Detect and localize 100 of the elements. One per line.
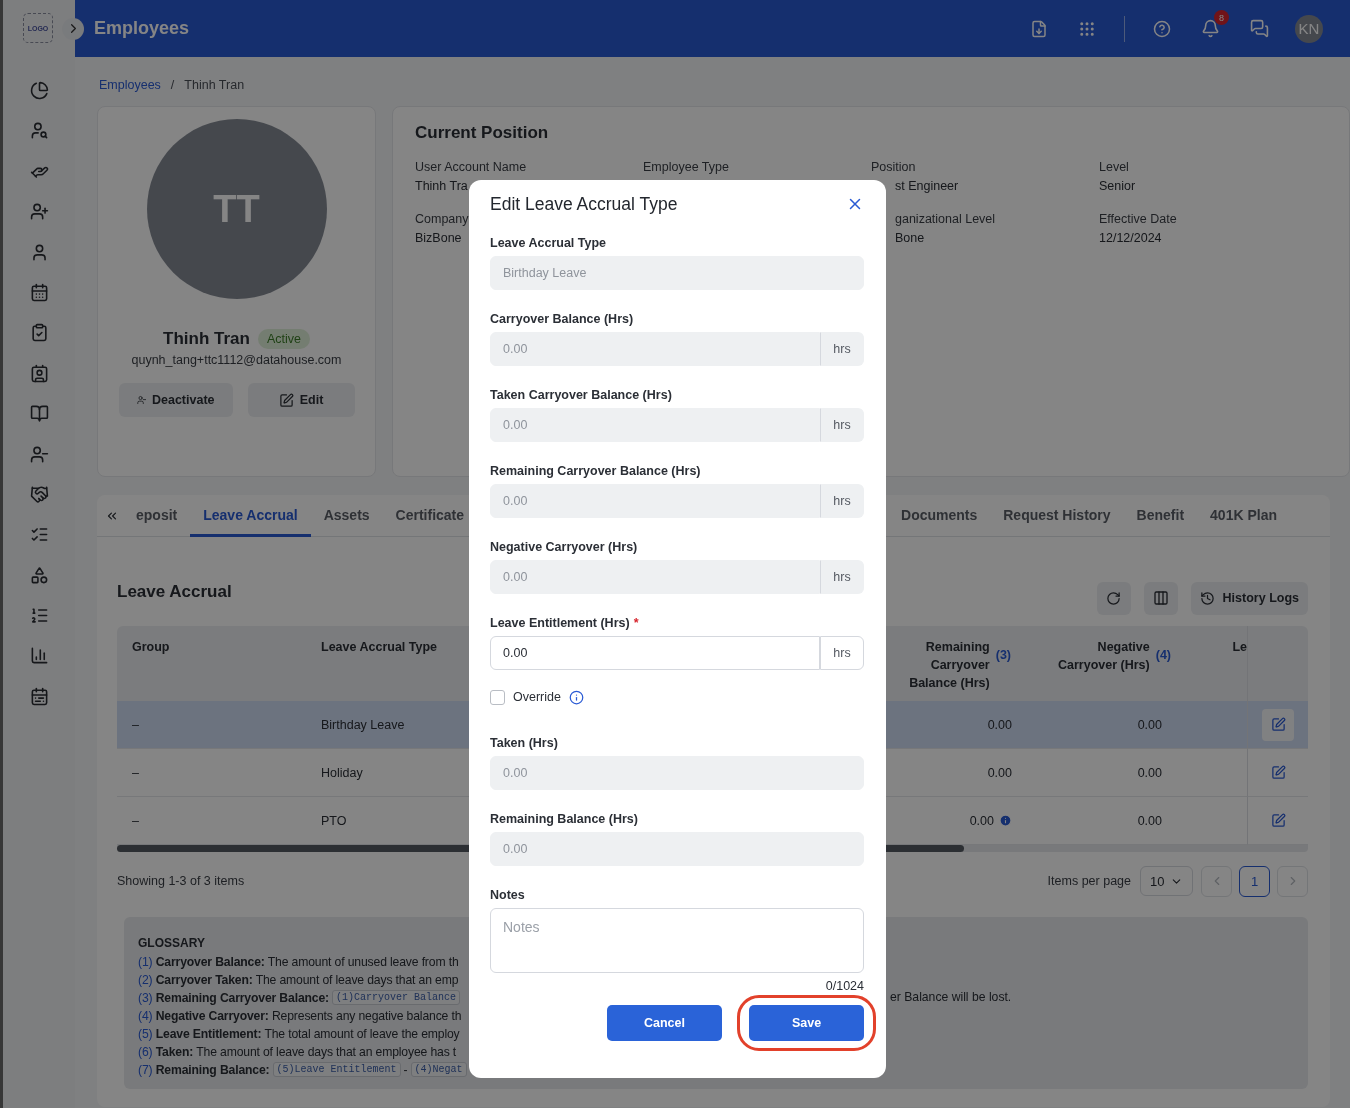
employee-name: Thinh Tran xyxy=(163,329,250,349)
file-download-icon[interactable] xyxy=(1030,19,1048,38)
edit-button[interactable]: Edit xyxy=(247,383,355,417)
shapes-icon[interactable] xyxy=(29,565,49,585)
field-label: Leave Accrual Type xyxy=(490,235,608,251)
calendar-icon[interactable] xyxy=(29,686,49,706)
breadcrumb-current: Thinh Tran xyxy=(184,78,245,92)
formula-chip: (5)Leave Entitlement xyxy=(272,1062,401,1077)
columns-button[interactable] xyxy=(1143,581,1178,615)
column-header: Le xyxy=(1186,626,1247,701)
tab[interactable]: Request History xyxy=(990,495,1124,537)
help-icon[interactable] xyxy=(1153,19,1171,38)
breadcrumb-separator: / xyxy=(170,78,175,92)
glossary-entry: (6) Taken: The amount of leave days that an employee has t xyxy=(138,1044,457,1059)
column-header: Group xyxy=(117,626,306,701)
profile-avatar: TT xyxy=(146,119,327,299)
calendar-icon[interactable] xyxy=(29,282,49,302)
character-counter: 0/1024 xyxy=(825,979,864,993)
checkbox-label[interactable]: Override xyxy=(513,690,561,704)
cell-value: 0.00 xyxy=(969,813,994,828)
user-avatar[interactable]: KN xyxy=(1295,14,1323,43)
formula-chip: (1)Carryover Balance xyxy=(331,990,460,1005)
history-logs-button[interactable]: History Logs xyxy=(1190,581,1308,615)
tab[interactable]: Leave Accrual xyxy=(190,495,311,537)
field-label: Position xyxy=(871,159,916,175)
per-page-label: Items per page xyxy=(1047,874,1131,888)
field-label: Notes xyxy=(490,887,526,903)
user-minus-icon[interactable] xyxy=(29,444,49,464)
field-label: Level xyxy=(1099,159,1129,175)
bell-icon[interactable] xyxy=(1201,19,1220,38)
edit-row-button[interactable] xyxy=(1262,708,1294,741)
glossary-text: er Balance will be lost. xyxy=(890,989,1013,1006)
per-page-select[interactable]: 10 xyxy=(1140,866,1193,896)
glossary-entry: (7) Remaining Balance: xyxy=(138,1062,270,1077)
tab[interactable]: Documents xyxy=(888,495,991,537)
tab[interactable]: Benefit xyxy=(1123,495,1198,537)
field-value: st Engineer xyxy=(894,178,959,194)
handshake-icon[interactable] xyxy=(29,484,49,504)
book-icon[interactable] xyxy=(29,404,49,424)
glossary-entry: (4) Negative Carryover: Represents any negative balance th xyxy=(138,1008,462,1023)
section-title: Leave Accrual xyxy=(117,582,232,602)
checklist-icon[interactable] xyxy=(29,323,49,343)
tab[interactable]: eposit xyxy=(123,495,191,537)
dialog-title: Edit Leave Accrual Type xyxy=(490,193,678,215)
field-label: ganizational Level xyxy=(894,211,996,227)
field-label: User Account Name xyxy=(415,159,527,175)
page-button[interactable]: 1 xyxy=(1239,865,1270,897)
field-label: Taken Carryover Balance (Hrs) xyxy=(490,387,673,403)
refresh-icon xyxy=(1106,590,1122,606)
deactivate-button[interactable]: Deactivate xyxy=(118,383,233,417)
history-icon xyxy=(1199,590,1215,606)
pen-square-icon xyxy=(1270,717,1286,732)
field-value: 12/12/2024 xyxy=(1099,230,1162,246)
columns-icon xyxy=(1152,590,1169,606)
info-icon[interactable] xyxy=(568,689,584,705)
field-label: Negative Carryover (Hrs) xyxy=(490,539,639,555)
field-label: Remaining Balance (Hrs) xyxy=(490,811,639,827)
bar-chart-icon[interactable] xyxy=(29,646,49,666)
glossary-entry: (3) Remaining Carryover Balance: xyxy=(138,990,329,1005)
save-button[interactable]: Save xyxy=(749,1005,864,1041)
apps-grid-icon[interactable] xyxy=(1078,19,1096,38)
tab[interactable]: Certificate xyxy=(382,495,478,537)
field-value: Senior xyxy=(1099,178,1136,194)
cell-value: 0.00 xyxy=(987,765,1012,780)
column-header: Leave Accrual Type xyxy=(306,626,469,701)
pen-square-icon xyxy=(1270,813,1286,828)
user-search-icon[interactable] xyxy=(29,121,49,141)
contact-card-icon[interactable] xyxy=(29,363,49,383)
breadcrumb-link[interactable]: Employees xyxy=(99,78,161,92)
chat-icon[interactable] xyxy=(1250,19,1269,38)
unit-addon: hrs xyxy=(820,408,864,442)
field-value: Thinh Tra xyxy=(415,178,468,194)
status-badge: Active xyxy=(257,329,310,349)
unit-addon: hrs xyxy=(820,560,864,594)
field-label: Remaining Carryover Balance (Hrs) xyxy=(490,463,702,479)
tab[interactable]: Assets xyxy=(310,495,383,537)
unit-addon: hrs xyxy=(820,484,864,518)
notification-badge: 8 xyxy=(1214,10,1229,25)
numbered-list-icon[interactable] xyxy=(29,606,49,626)
refresh-button[interactable] xyxy=(1096,581,1131,615)
employee-email: quynh_tang+ttc1112@datahouse.com xyxy=(131,353,342,367)
field-value: BizBone xyxy=(415,230,462,246)
unit-addon: hrs xyxy=(820,636,864,670)
table-cell: 0.00 xyxy=(1026,701,1186,749)
checkbox[interactable] xyxy=(490,689,505,705)
operator: - xyxy=(403,1062,408,1077)
field-label: Taken (Hrs) xyxy=(490,735,559,751)
formula-chip: (4)Negat xyxy=(410,1062,467,1077)
pen-square-icon xyxy=(1270,765,1286,780)
pie-chart-icon[interactable] xyxy=(29,81,49,100)
user-plus-icon[interactable] xyxy=(29,202,49,222)
field-label: Effective Date xyxy=(1099,211,1177,227)
field-label: Carryover Balance (Hrs) xyxy=(490,311,635,327)
input-field[interactable]: 0.00 xyxy=(490,636,820,670)
table-cell: Birthday Leave xyxy=(306,701,469,749)
glossary-entry: (5) Leave Entitlement: The total amount of leave the employ xyxy=(138,1026,460,1041)
unit-addon: hrs xyxy=(820,332,864,366)
cancel-button[interactable]: Cancel xyxy=(607,1005,722,1041)
notes-field[interactable]: Notes xyxy=(490,908,864,973)
tab[interactable]: 401K Plan xyxy=(1197,495,1290,537)
